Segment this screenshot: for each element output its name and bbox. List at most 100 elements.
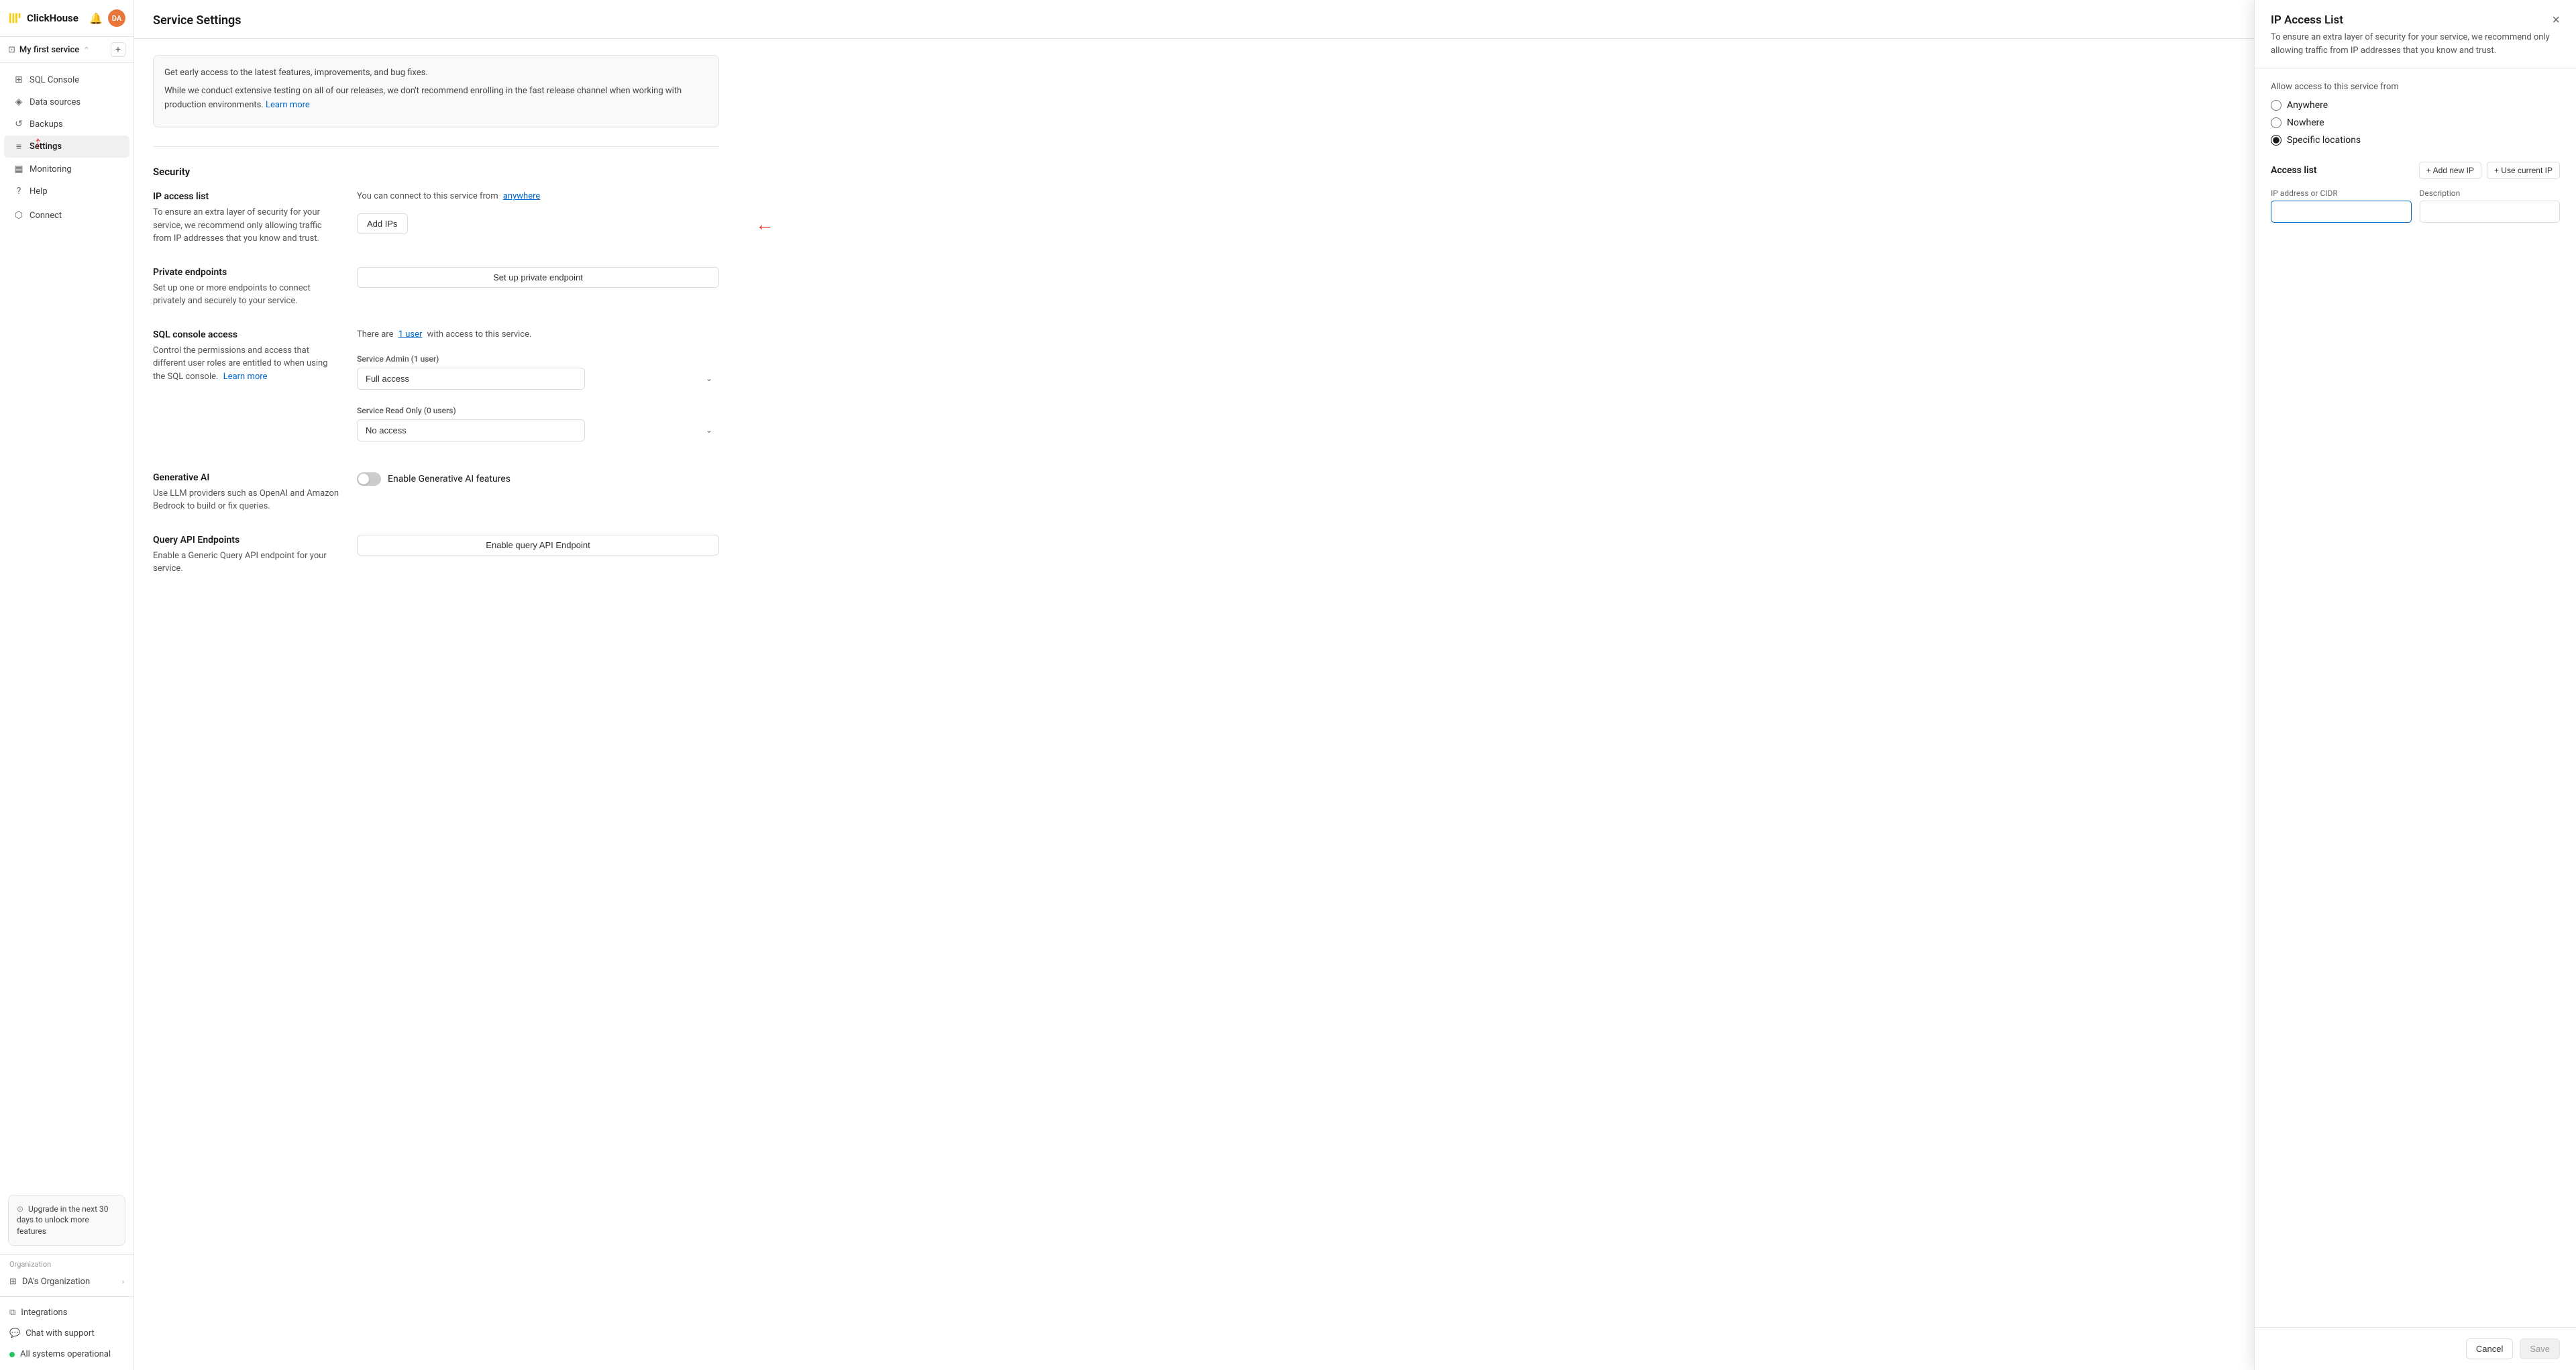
avatar[interactable]: DA: [108, 9, 125, 27]
ip-access-left: IP access list To ensure an extra layer …: [153, 191, 341, 246]
radio-nowhere-input[interactable]: [2271, 117, 2282, 128]
description-input[interactable]: [2420, 201, 2561, 223]
add-new-ip-button[interactable]: + Add new IP: [2419, 162, 2481, 179]
sidebar-label-backups: Backups: [30, 119, 63, 129]
service-selector[interactable]: ⊡ My first service ⌃ +: [0, 37, 133, 63]
generative-ai-desc: Use LLM providers such as OpenAI and Ama…: [153, 487, 341, 513]
red-arrow-annotation: ←: [755, 213, 774, 235]
systems-status-item: All systems operational: [0, 1344, 133, 1365]
add-ips-button[interactable]: Add IPs: [357, 213, 408, 234]
radio-nowhere[interactable]: Nowhere: [2271, 117, 2560, 128]
ip-access-right: You can connect to this service from any…: [357, 191, 719, 234]
query-api-desc: Enable a Generic Query API endpoint for …: [153, 549, 341, 576]
sql-admin-select[interactable]: Full access Read only No access: [357, 368, 585, 390]
org-item[interactable]: ⊞ DA's Organization ›: [9, 1273, 124, 1291]
sql-access-learn-more[interactable]: Learn more: [223, 372, 268, 382]
radio-specific-input[interactable]: [2271, 135, 2282, 146]
panel-header-content: IP Access List To ensure an extra layer …: [2271, 13, 2552, 57]
generative-ai-toggle[interactable]: [357, 472, 381, 486]
access-list-actions: + Add new IP + Use current IP: [2419, 162, 2560, 179]
org-chevron-icon: ›: [122, 1277, 124, 1286]
toggle-thumb: [358, 474, 369, 484]
help-icon: ?: [13, 186, 24, 197]
sql-readonly-select-wrapper: Full access Read only No access ⌄: [357, 419, 719, 441]
panel-subtitle: To ensure an extra layer of security for…: [2271, 31, 2552, 57]
sidebar-item-help[interactable]: ? Help: [4, 180, 129, 202]
connect-anywhere-link[interactable]: anywhere: [503, 191, 540, 201]
sidebar-header: ClickHouse 🔔 DA: [0, 0, 133, 37]
sql-users-info: There are 1 user with access to this ser…: [357, 329, 719, 339]
section-divider-security: [153, 146, 719, 147]
upgrade-text: Upgrade in the next 30 days to unlock mo…: [17, 1204, 109, 1236]
chat-support-item[interactable]: 💬 Chat with support: [0, 1323, 133, 1344]
sql-admin-label: Service Admin (1 user): [357, 354, 719, 364]
sidebar-label-monitoring: Monitoring: [30, 164, 72, 174]
radio-specific[interactable]: Specific locations: [2271, 135, 2560, 146]
main-content-area: Service Settings Get early access to the…: [134, 0, 2576, 1370]
integrations-icon: ⧉: [9, 1308, 15, 1318]
query-api-right: Enable query API Endpoint: [357, 535, 719, 556]
add-service-button[interactable]: +: [111, 42, 125, 57]
private-endpoints-left: Private endpoints Set up one or more end…: [153, 267, 341, 308]
chat-support-label: Chat with support: [25, 1328, 95, 1338]
connect-icon: ⬡: [13, 210, 24, 221]
save-button[interactable]: Save: [2520, 1338, 2560, 1359]
use-current-ip-button[interactable]: + Use current IP: [2487, 162, 2560, 179]
generative-ai-left: Generative AI Use LLM providers such as …: [153, 472, 341, 513]
radio-anywhere-input[interactable]: [2271, 100, 2282, 111]
setup-private-endpoint-button[interactable]: Set up private endpoint: [357, 267, 719, 288]
sidebar-item-monitoring[interactable]: ▦ Monitoring: [4, 158, 129, 180]
sql-admin-select-wrapper: Full access Read only No access ⌄: [357, 368, 719, 390]
panel-header: IP Access List To ensure an extra layer …: [2255, 0, 2576, 68]
generative-ai-right: Enable Generative AI features: [357, 472, 719, 486]
sidebar: ClickHouse 🔔 DA ⊡ My first service ⌃ + ⊞…: [0, 0, 134, 1370]
ip-access-section: IP access list To ensure an extra layer …: [153, 191, 719, 246]
query-api-label: Query API Endpoints: [153, 535, 341, 545]
connect-info: You can connect to this service from any…: [357, 191, 719, 201]
service-selector-icon: ⊡: [8, 45, 15, 55]
service-selector-chevron: ⌃: [83, 46, 89, 54]
sidebar-item-backups[interactable]: ↺ Backups: [4, 113, 129, 135]
enable-query-api-button[interactable]: Enable query API Endpoint: [357, 535, 719, 556]
radio-anywhere[interactable]: Anywhere: [2271, 100, 2560, 111]
generative-ai-section: Generative AI Use LLM providers such as …: [153, 472, 719, 513]
main-nav: ⊞ SQL Console ◈ Data sources ↺ Backups ≡…: [0, 63, 133, 1187]
sql-readonly-label: Service Read Only (0 users): [357, 406, 719, 415]
panel-close-button[interactable]: ×: [2552, 13, 2560, 27]
cancel-button[interactable]: Cancel: [2466, 1338, 2513, 1359]
sidebar-item-settings[interactable]: ≡ Settings: [4, 136, 129, 158]
sidebar-item-data-sources[interactable]: ◈ Data sources: [4, 91, 129, 113]
sidebar-item-sql-console[interactable]: ⊞ SQL Console: [4, 69, 129, 91]
panel-title: IP Access List: [2271, 13, 2552, 27]
query-api-section: Query API Endpoints Enable a Generic Que…: [153, 535, 719, 576]
security-section-title: Security: [153, 166, 719, 178]
ip-access-panel: IP Access List To ensure an extra layer …: [2254, 0, 2576, 1370]
sql-users-link[interactable]: 1 user: [398, 329, 423, 339]
sql-readonly-select[interactable]: Full access Read only No access: [357, 419, 585, 441]
access-list-header: Access list + Add new IP + Use current I…: [2271, 162, 2560, 179]
generative-ai-toggle-row: Enable Generative AI features: [357, 472, 719, 486]
select-chevron-admin-icon: ⌄: [706, 374, 712, 383]
org-label: Organization: [9, 1260, 124, 1269]
main-content: Get early access to the latest features,…: [134, 39, 738, 613]
ip-address-input[interactable]: [2271, 201, 2412, 223]
notifications-icon[interactable]: 🔔: [89, 12, 103, 25]
description-label: Description: [2420, 189, 2561, 198]
app-logo: ClickHouse: [8, 11, 78, 25]
private-endpoints-section: Private endpoints Set up one or more end…: [153, 267, 719, 308]
early-access-learn-more[interactable]: Learn more: [266, 100, 310, 110]
sidebar-item-connect[interactable]: ⬡ Connect: [4, 205, 129, 226]
integrations-item[interactable]: ⧉ Integrations: [0, 1302, 133, 1323]
description-field-group: Description: [2420, 189, 2561, 223]
private-endpoints-desc: Set up one or more endpoints to connect …: [153, 282, 341, 308]
systems-status-label: All systems operational: [20, 1349, 111, 1359]
early-access-box: Get early access to the latest features,…: [153, 55, 719, 127]
clickhouse-logo-icon: [8, 11, 23, 25]
radio-specific-label: Specific locations: [2287, 135, 2361, 146]
upgrade-icon: ⊙: [17, 1204, 23, 1214]
org-section: Organization ⊞ DA's Organization ›: [0, 1254, 133, 1296]
select-chevron-readonly-icon: ⌄: [706, 425, 712, 435]
sql-access-left: SQL console access Control the permissio…: [153, 329, 341, 384]
sql-console-icon: ⊞: [13, 74, 24, 85]
ip-address-field-group: IP address or CIDR: [2271, 189, 2412, 223]
